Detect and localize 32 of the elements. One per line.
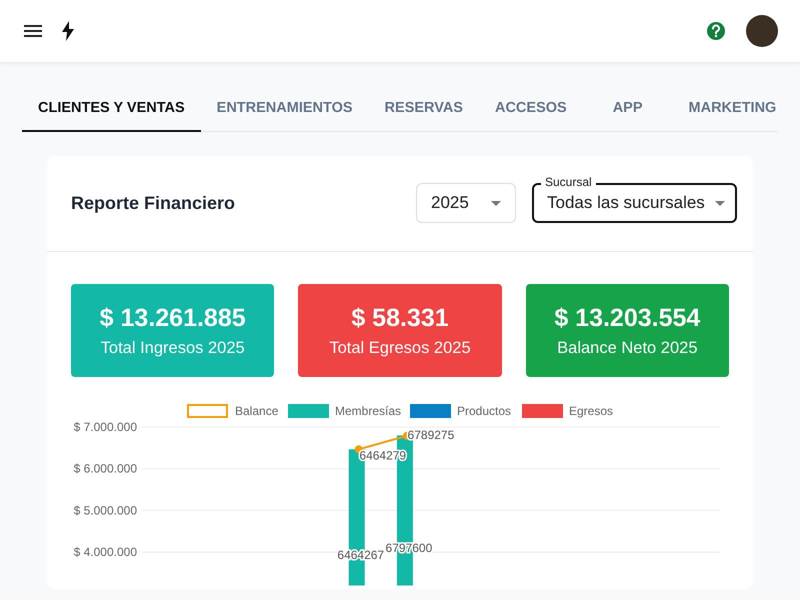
- tab[interactable]: APP: [582, 84, 673, 132]
- y-axis-label: $ 5.000.000: [74, 503, 137, 518]
- stat-label: Balance Neto 2025: [557, 338, 698, 358]
- tab[interactable]: CLIENTES Y VENTAS: [22, 84, 201, 132]
- stat-value: $ 58.331: [351, 304, 449, 332]
- year-select[interactable]: 2025: [416, 183, 516, 223]
- stat-label: Total Ingresos 2025: [100, 338, 245, 358]
- help-icon[interactable]: [706, 21, 726, 41]
- legend-label: Egresos: [569, 404, 614, 418]
- menu-icon[interactable]: [24, 24, 42, 38]
- legend-item[interactable]: Balance: [187, 404, 278, 418]
- report-title: Reporte Financiero: [71, 192, 236, 214]
- lightning-icon[interactable]: [62, 21, 74, 41]
- y-axis-label: $ 7.000.000: [74, 420, 137, 434]
- tab[interactable]: RESERVAS: [368, 84, 479, 132]
- legend-item[interactable]: Membresías: [288, 404, 402, 418]
- legend-item[interactable]: Productos: [410, 404, 512, 418]
- tab[interactable]: ENTRENAMIENTOS: [200, 84, 369, 132]
- tab[interactable]: MARKETING: [672, 84, 792, 132]
- y-axis-label: $ 4.000.000: [74, 545, 137, 560]
- caret-icon: [715, 200, 725, 206]
- avatar[interactable]: [746, 15, 778, 47]
- tab[interactable]: ACCESOS: [478, 84, 583, 132]
- stat-label: Total Egresos 2025: [329, 338, 471, 358]
- legend-item[interactable]: Egresos: [522, 404, 614, 418]
- stat-value: $ 13.203.554: [554, 304, 700, 332]
- caret-icon: [491, 200, 501, 206]
- stat-value: $ 13.261.885: [100, 304, 246, 332]
- legend-label: Productos: [457, 404, 512, 418]
- legend-label: Membresías: [335, 404, 402, 418]
- y-axis-label: $ 6.000.000: [74, 462, 137, 476]
- legend-label: Balance: [235, 404, 279, 418]
